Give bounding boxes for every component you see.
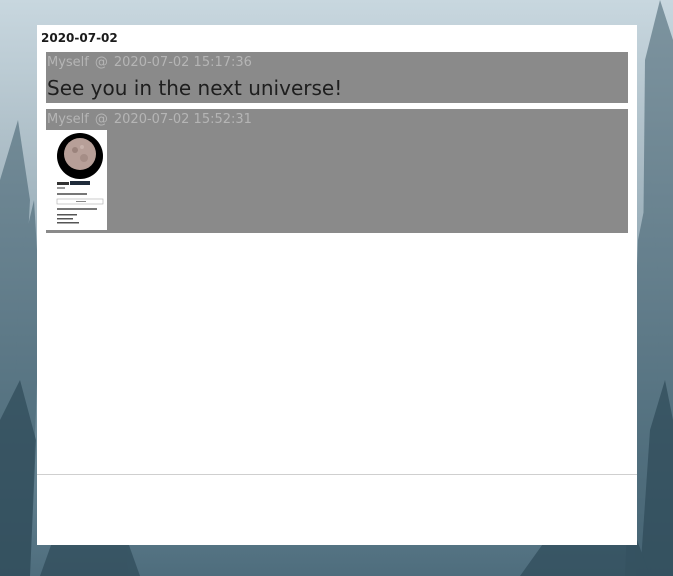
- message-meta: Myself @2020-07-02 15:17:36: [47, 55, 258, 70]
- message-author: Myself: [47, 55, 89, 70]
- message-item[interactable]: Myself @2020-07-02 15:17:36 See you in th…: [46, 52, 628, 103]
- date-header: 2020-07-02: [41, 31, 118, 45]
- message-text: See you in the next universe!: [47, 76, 343, 100]
- message-meta: Myself @2020-07-02 15:52:31: [47, 112, 258, 127]
- message-item[interactable]: Myself @2020-07-02 15:52:31: [46, 109, 628, 233]
- message-author: Myself: [47, 112, 89, 127]
- screenshot-thumbnail-image: [46, 130, 107, 230]
- message-timestamp: 2020-07-02 15:17:36: [113, 55, 252, 70]
- message-separator: @: [94, 112, 108, 127]
- image-attachment-thumbnail[interactable]: [46, 130, 107, 230]
- message-separator: @: [94, 55, 108, 70]
- input-divider: [37, 474, 637, 475]
- chat-log-panel: 2020-07-02 Myself @2020-07-02 15:17:36 Se…: [37, 25, 637, 545]
- message-timestamp: 2020-07-02 15:52:31: [113, 112, 252, 127]
